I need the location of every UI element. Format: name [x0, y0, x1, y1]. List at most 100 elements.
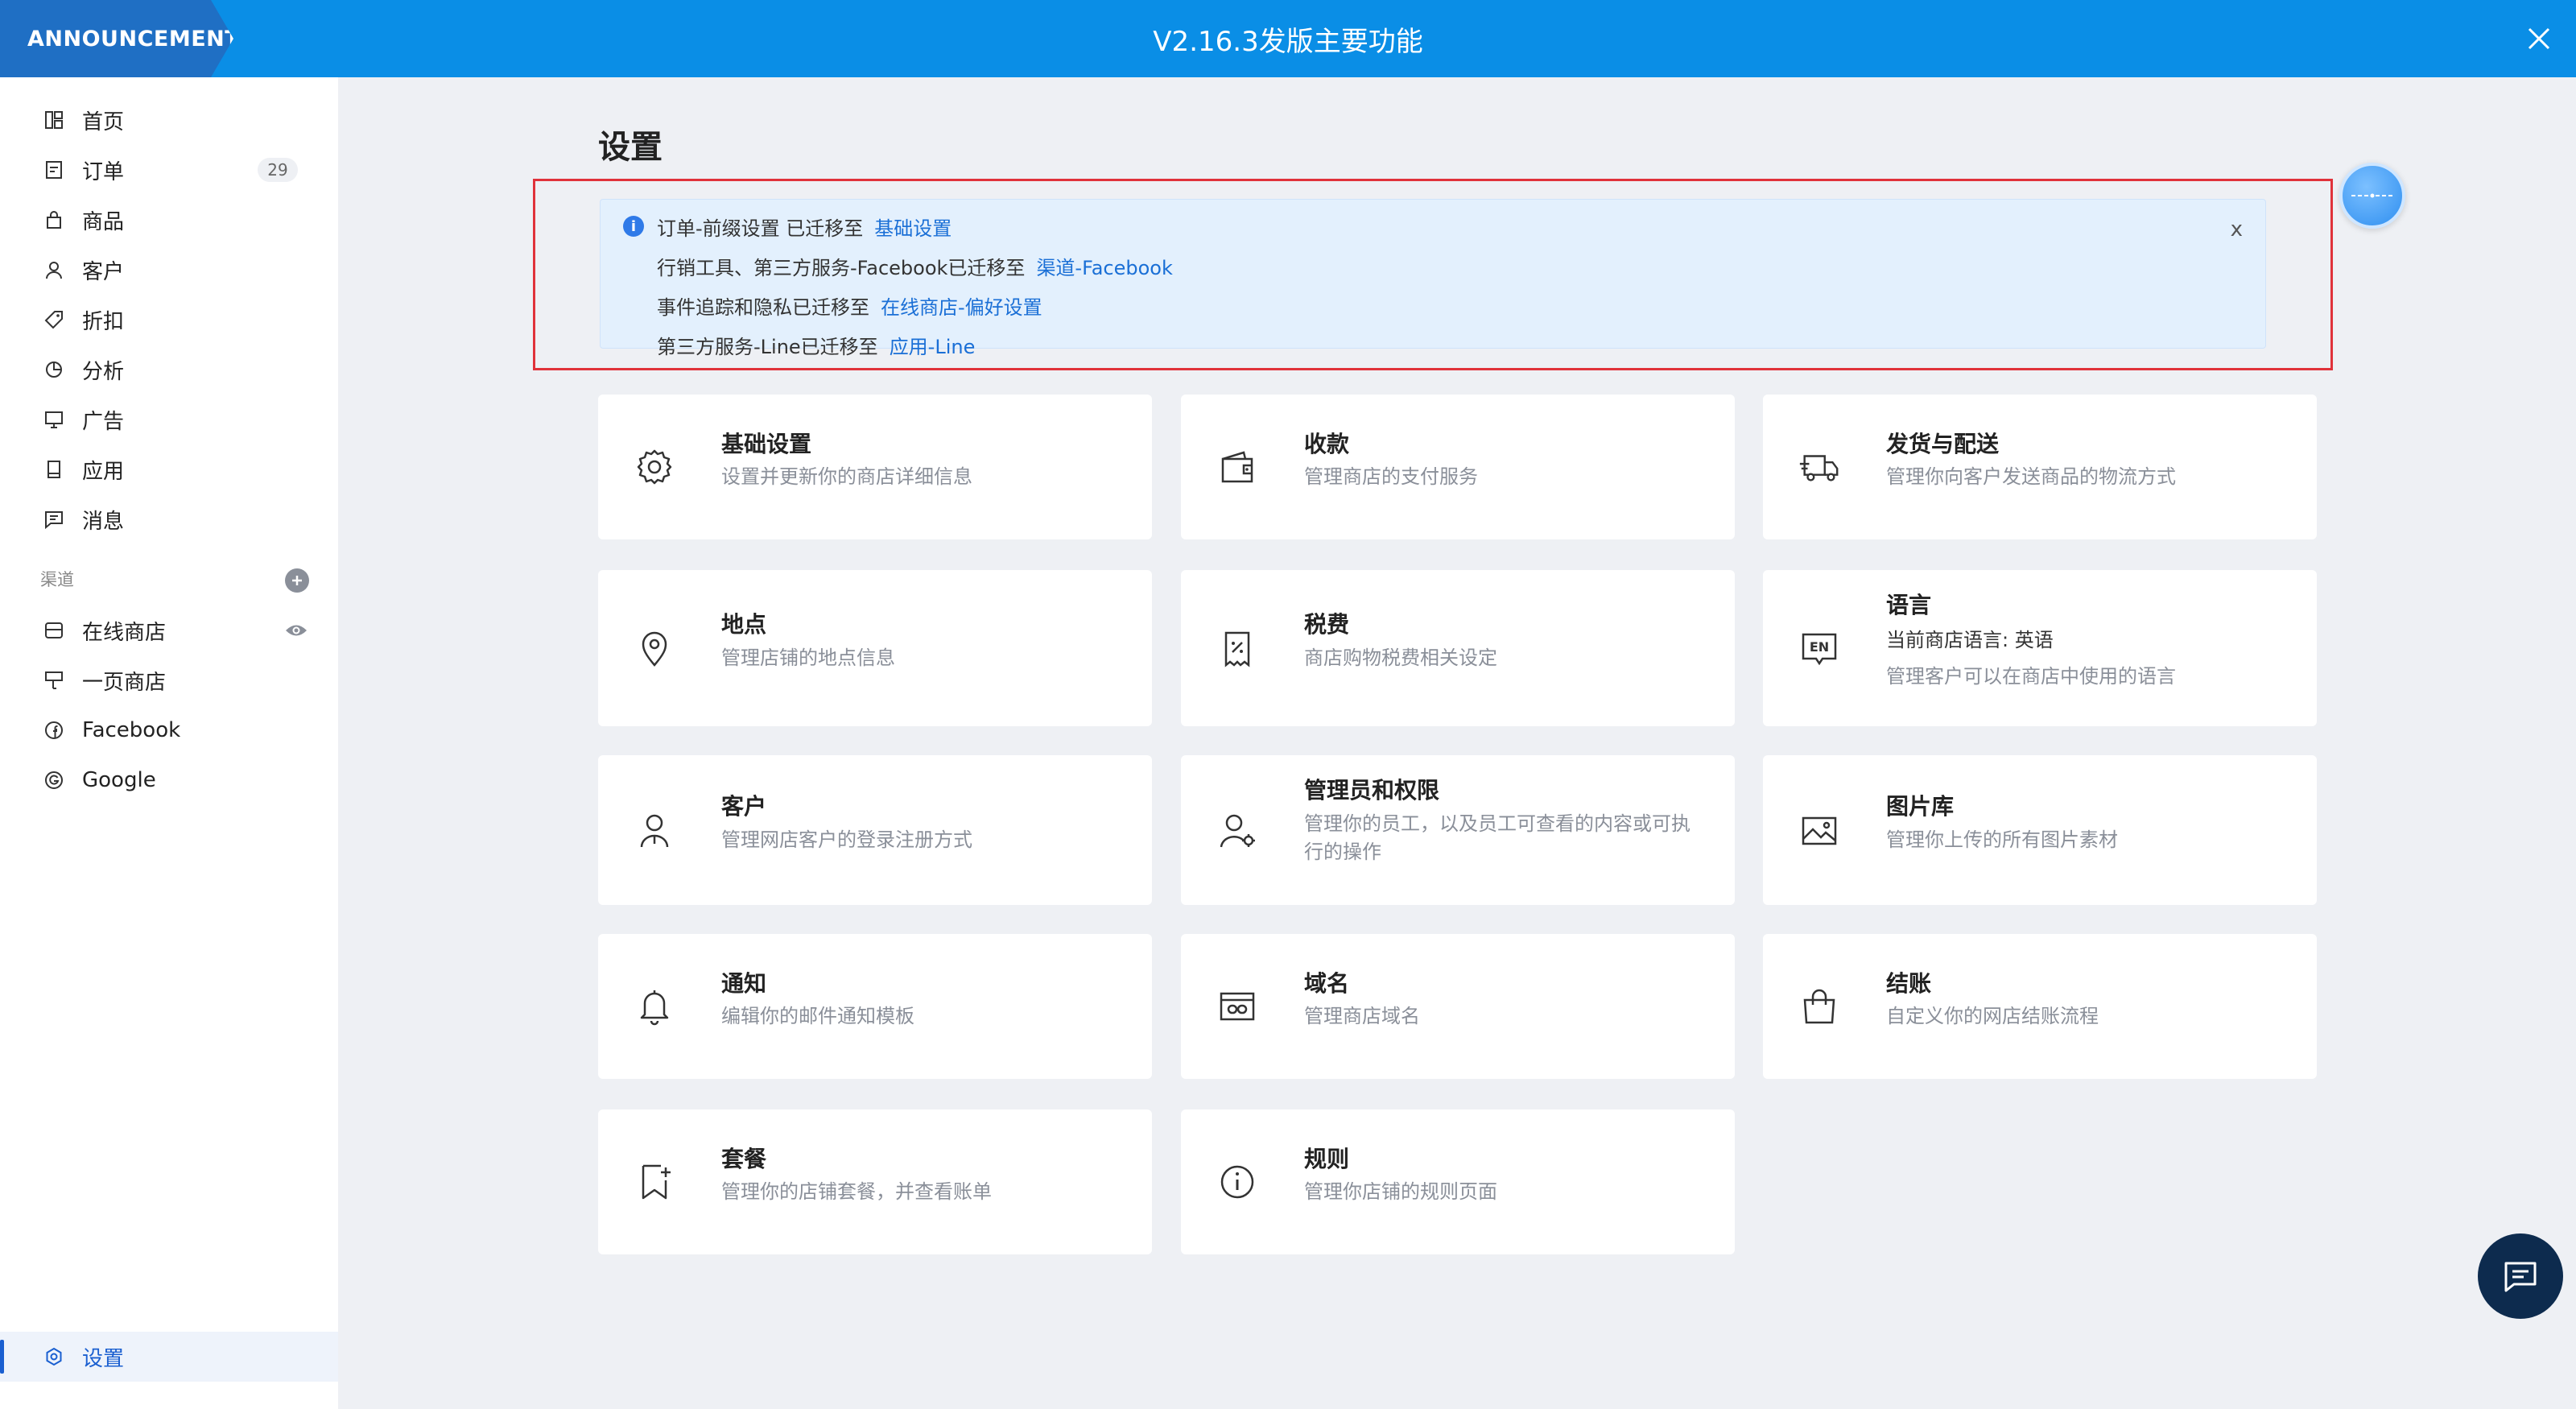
sidebar-item-label: 订单 — [82, 159, 125, 184]
settings-icon — [42, 1345, 66, 1369]
card-title: 基础设置 — [721, 431, 812, 457]
card-basic-settings[interactable]: 基础设置 设置并更新你的商店详细信息 — [598, 395, 1152, 539]
sidebar-item-online-store[interactable]: 在线商店 — [0, 605, 338, 655]
eye-icon[interactable] — [283, 620, 309, 641]
sidebar-item-settings[interactable]: 设置 — [0, 1332, 338, 1382]
notice-close-button[interactable]: x — [2231, 217, 2243, 242]
card-title: 域名 — [1304, 970, 1350, 997]
channels-section-label: 渠道 — [40, 570, 74, 589]
card-taxes[interactable]: 税费 商店购物税费相关设定 — [1181, 570, 1735, 726]
card-payments[interactable]: 收款 管理商店的支付服务 — [1181, 395, 1735, 539]
sidebar-item-ads[interactable]: 广告 — [0, 395, 338, 444]
sidebar-item-label: 首页 — [82, 109, 125, 134]
shopping-bag-icon — [1797, 984, 1842, 1029]
card-locations[interactable]: 地点 管理店铺的地点信息 — [598, 570, 1152, 726]
truck-icon — [1797, 444, 1842, 490]
sidebar-item-products[interactable]: 商品 — [0, 195, 338, 245]
sidebar-item-apps[interactable]: 应用 — [0, 444, 338, 494]
card-description: 管理网店客户的登录注册方式 — [721, 828, 972, 851]
sidebar: 首页 订单 29 商品 客户 折扣 分析 广告 应用 消息 渠道 在线商店 一页… — [0, 77, 338, 1409]
card-domains[interactable]: 域名 管理商店域名 — [1181, 934, 1735, 1079]
customer-icon — [632, 808, 677, 853]
card-plans[interactable]: 套餐 管理你的店铺套餐，并查看账单 — [598, 1109, 1152, 1254]
card-title: 税费 — [1304, 611, 1350, 638]
sidebar-item-orders[interactable]: 订单 29 — [0, 145, 338, 195]
location-pin-icon — [632, 626, 677, 671]
notice-line: 事件追踪和隐私已迁移至 在线商店-偏好设置 — [657, 291, 1042, 320]
page-title: 设置 — [598, 129, 663, 166]
card-image-library[interactable]: 图片库 管理你上传的所有图片素材 — [1763, 755, 2317, 905]
card-customers[interactable]: 客户 管理网店客户的登录注册方式 — [598, 755, 1152, 905]
sidebar-item-label: 商品 — [82, 209, 125, 234]
card-title: 规则 — [1304, 1146, 1350, 1172]
domain-icon — [1215, 984, 1260, 1029]
sidebar-item-label: 广告 — [82, 409, 125, 434]
sidebar-item-customers[interactable]: 客户 — [0, 245, 338, 295]
bookmark-plus-icon — [632, 1159, 677, 1204]
card-title: 发货与配送 — [1886, 431, 2000, 457]
chat-icon — [2504, 1262, 2537, 1292]
receipt-icon — [1215, 626, 1260, 671]
card-shipping[interactable]: 发货与配送 管理你向客户发送商品的物流方式 — [1763, 395, 2317, 539]
card-title: 语言 — [1886, 592, 1932, 618]
message-icon — [42, 507, 66, 531]
sidebar-item-messages[interactable]: 消息 — [0, 494, 338, 544]
card-description: 管理你的员工，以及员工可查看的内容或可执行的操作 — [1304, 812, 1690, 863]
close-icon[interactable] — [2524, 24, 2553, 53]
language-en-icon: EN — [1797, 626, 1842, 671]
info-icon: i — [623, 216, 644, 237]
card-title: 通知 — [721, 970, 767, 997]
notice-link-basic-settings[interactable]: 基础设置 — [874, 217, 952, 240]
announcement-title[interactable]: V2.16.3发版主要功能 — [0, 0, 2576, 77]
card-title: 客户 — [721, 793, 767, 820]
bag-icon — [42, 208, 66, 232]
notice-link-store-preferences[interactable]: 在线商店-偏好设置 — [881, 296, 1042, 319]
notice-text: 第三方服务-Line已迁移至 — [657, 336, 878, 358]
notice-link-app-line[interactable]: 应用-Line — [890, 336, 976, 358]
chat-support-button[interactable] — [2478, 1233, 2563, 1319]
sidebar-item-landing-page[interactable]: 一页商店 — [0, 655, 338, 705]
card-description: 管理商店域名 — [1304, 1005, 1420, 1027]
sidebar-item-home[interactable]: 首页 — [0, 95, 338, 145]
notice-line: 行销工具、第三方服务-Facebook已迁移至 渠道-Facebook — [657, 252, 1173, 280]
add-channel-button[interactable] — [285, 568, 309, 593]
card-checkout[interactable]: 结账 自定义你的网店结账流程 — [1763, 934, 2317, 1079]
notice-link-channel-facebook[interactable]: 渠道-Facebook — [1036, 257, 1172, 279]
dashboard-icon — [42, 108, 66, 132]
sidebar-item-label: 分析 — [82, 359, 125, 384]
sidebar-item-facebook[interactable]: Facebook — [0, 705, 338, 755]
card-description: 管理商店的支付服务 — [1304, 465, 1478, 488]
card-policies[interactable]: 规则 管理你店铺的规则页面 — [1181, 1109, 1735, 1254]
card-description: 管理客户可以在商店中使用的语言 — [1886, 665, 2176, 688]
card-description: 管理店铺的地点信息 — [721, 647, 895, 669]
sidebar-item-analytics[interactable]: 分析 — [0, 345, 338, 395]
notice-text: 事件追踪和隐私已迁移至 — [657, 296, 869, 319]
gear-icon — [632, 444, 677, 490]
card-languages[interactable]: EN 语言 当前商店语言: 英语 管理客户可以在商店中使用的语言 — [1763, 570, 2317, 726]
notice-text: 订单-前缀设置 已迁移至 — [657, 217, 864, 240]
order-icon — [42, 158, 66, 182]
card-description: 商店购物税费相关设定 — [1304, 647, 1497, 669]
assistant-icon — [2351, 193, 2393, 198]
card-staff-permissions[interactable]: 管理员和权限 管理你的员工，以及员工可查看的内容或可执行的操作 — [1181, 755, 1735, 905]
sidebar-item-label: 在线商店 — [82, 620, 167, 645]
announcement-bar: ANNOUNCEMENT V2.16.3发版主要功能 — [0, 0, 2576, 77]
sidebar-item-label: 一页商店 — [82, 670, 167, 695]
floating-assistant-button[interactable] — [2339, 163, 2405, 229]
staff-permission-icon — [1215, 808, 1260, 853]
notice-highlight: i 订单-前缀设置 已迁移至 基础设置 行销工具、第三方服务-Facebook已迁… — [533, 179, 2333, 370]
card-notifications[interactable]: 通知 编辑你的邮件通知模板 — [598, 934, 1152, 1079]
pie-chart-icon — [42, 357, 66, 382]
card-title: 结账 — [1886, 970, 1932, 997]
sidebar-item-google[interactable]: Google — [0, 755, 338, 805]
sidebar-item-label: Facebook — [82, 718, 181, 742]
sidebar-item-discounts[interactable]: 折扣 — [0, 295, 338, 345]
card-description: 设置并更新你的商店详细信息 — [721, 465, 972, 488]
card-title: 图片库 — [1886, 793, 1955, 820]
tablet-icon — [42, 457, 66, 481]
notice-line: 第三方服务-Line已迁移至 应用-Line — [657, 331, 975, 359]
sidebar-item-label: 客户 — [82, 259, 125, 284]
facebook-icon — [42, 718, 66, 742]
landing-page-icon — [42, 668, 66, 692]
sidebar-item-label: Google — [82, 768, 156, 792]
